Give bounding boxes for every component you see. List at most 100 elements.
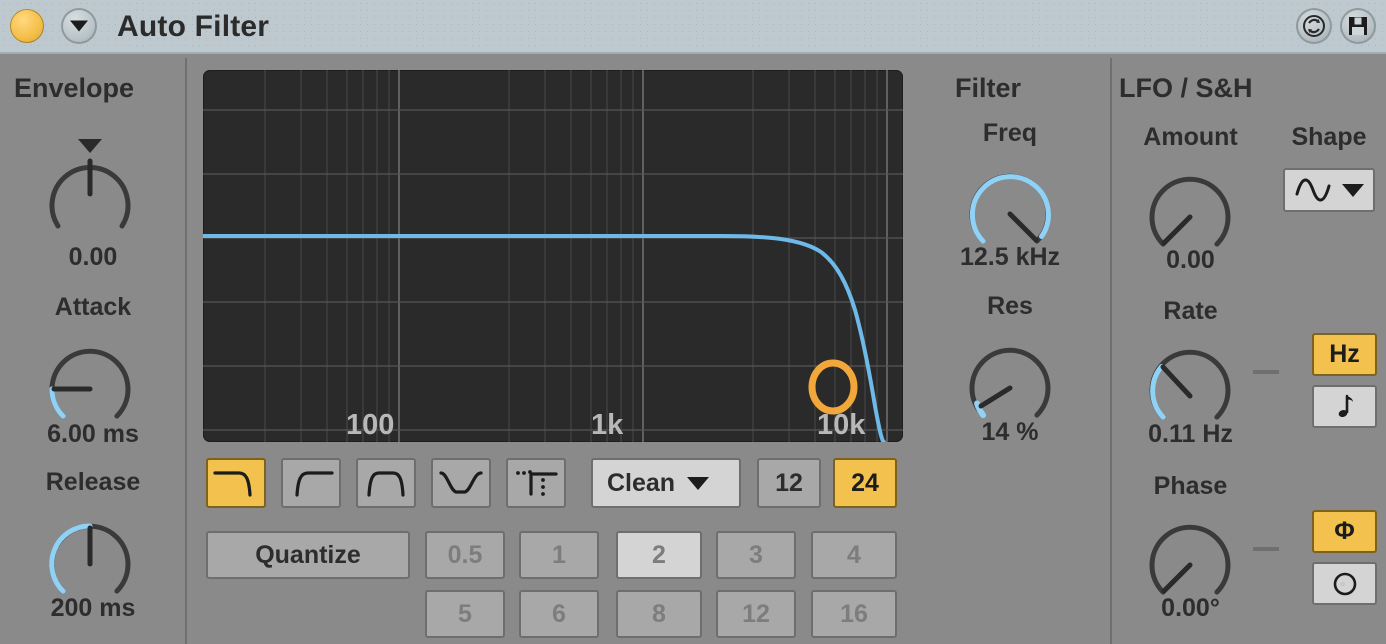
morph-icon — [516, 470, 558, 496]
envelope-release-value: 200 ms — [50, 594, 136, 622]
lfo-phase-label: Phase — [1153, 472, 1228, 500]
hotswap-icon[interactable] — [1296, 8, 1332, 44]
quantize-toggle-button[interactable]: Quantize — [206, 531, 410, 579]
filter-type-notch-button[interactable] — [431, 458, 491, 508]
filter-slope-24-button[interactable]: 24 — [833, 458, 897, 508]
lfo-rate-sync-button[interactable] — [1312, 385, 1377, 428]
envelope-release-label: Release — [45, 468, 141, 496]
quantize-rate-5-label: 5 — [458, 599, 472, 628]
chevron-down-icon — [1342, 183, 1364, 197]
filter-type-bandpass-button[interactable] — [356, 458, 416, 508]
quantize-rate-12-button[interactable]: 12 — [716, 590, 796, 638]
hotswap-glyph — [1303, 15, 1325, 37]
quantize-rate-1-button[interactable]: 1 — [519, 531, 599, 579]
lfo-shape-label: Shape — [1291, 123, 1367, 151]
quantize-rate-6-button[interactable]: 6 — [519, 590, 599, 638]
quantize-label: Quantize — [255, 540, 361, 569]
sine-wave-icon — [1295, 178, 1331, 202]
power-toggle-icon[interactable] — [10, 9, 44, 43]
chevron-glyph — [70, 20, 88, 32]
quantize-rate-16-label: 16 — [840, 599, 868, 628]
separator-lfo — [1110, 58, 1112, 644]
phi-icon: Φ — [1334, 517, 1355, 545]
save-disk-icon[interactable] — [1340, 8, 1376, 44]
notch-icon — [439, 471, 483, 494]
filter-freq-label: Freq — [982, 119, 1038, 147]
quantize-rate-8-label: 8 — [652, 599, 666, 628]
filter-circuit-label: Clean — [607, 468, 676, 497]
quantize-rate-2-label: 2 — [652, 540, 666, 569]
highpass-icon — [295, 471, 334, 497]
lfo-phase-value: 0.00° — [1161, 594, 1220, 622]
quantize-rate-8-button[interactable]: 8 — [616, 590, 702, 638]
quantize-rate-16-button[interactable]: 16 — [811, 590, 897, 638]
lfo-shape-dropdown[interactable] — [1283, 168, 1375, 212]
quantize-rate-5-button[interactable]: 5 — [425, 590, 505, 638]
lfo-rate-hz-button[interactable]: Hz — [1312, 333, 1377, 376]
filter-res-value: 14 % — [981, 418, 1039, 446]
lowpass-icon — [213, 471, 252, 497]
envelope-attack-label: Attack — [54, 293, 132, 321]
chevron-down-icon[interactable] — [61, 8, 97, 44]
auto-filter-device: Auto Filter Envelope 0.00 Attack 6.00 ms… — [0, 0, 1386, 644]
separator-envelope — [185, 58, 187, 644]
filter-freq-knob[interactable] — [953, 157, 1067, 257]
filter-freq-value: 12.5 kHz — [959, 243, 1061, 271]
lfo-amount-knob[interactable] — [1133, 160, 1247, 260]
note-sync-icon — [1338, 394, 1353, 417]
lfo-amount-value: 0.00 — [1166, 246, 1215, 274]
lfo-phase-spin-button[interactable] — [1312, 562, 1377, 605]
lfo-amount-label: Amount — [1143, 123, 1238, 151]
quantize-rate-6-label: 6 — [552, 599, 566, 628]
envelope-amount-knob[interactable] — [33, 137, 147, 245]
filter-res-knob[interactable] — [953, 331, 1067, 431]
envelope-section-title: Envelope — [14, 73, 135, 103]
quantize-rate-0.5-label: 0.5 — [447, 540, 483, 569]
lfo-section-title: LFO / S&H — [1119, 73, 1253, 103]
quantize-rate-3-button[interactable]: 3 — [716, 531, 796, 579]
quantize-rate-0.5-button[interactable]: 0.5 — [425, 531, 505, 579]
quantize-rate-2-button[interactable]: 2 — [616, 531, 702, 579]
device-title-bar: Auto Filter — [0, 0, 1386, 54]
quantize-rate-12-label: 12 — [742, 599, 770, 628]
lfo-rate-knob[interactable] — [1133, 333, 1247, 433]
phase-mode-connector — [1253, 547, 1279, 551]
filter-slope-24-label: 24 — [851, 468, 879, 497]
bandpass-icon — [367, 471, 405, 497]
lfo-phase-phi-button[interactable]: Φ — [1312, 510, 1377, 553]
chart-tick-100: 100 — [346, 409, 394, 441]
filter-curve — [203, 234, 886, 442]
rate-mode-connector — [1253, 370, 1279, 374]
filter-type-morph-button[interactable] — [506, 458, 566, 508]
envelope-attack-value: 6.00 ms — [47, 420, 139, 448]
knob-center-marker — [78, 139, 102, 153]
chart-tick-1k: 1k — [591, 409, 624, 441]
lfo-rate-value: 0.11 Hz — [1148, 420, 1233, 448]
filter-type-lowpass-button[interactable] — [206, 458, 266, 508]
envelope-amount-value: 0.00 — [68, 243, 118, 271]
quantize-rate-3-label: 3 — [749, 540, 763, 569]
quantize-rate-4-label: 4 — [847, 540, 861, 569]
filter-type-highpass-button[interactable] — [281, 458, 341, 508]
filter-response-display[interactable]: 100 1k 10k — [203, 70, 903, 442]
filter-freq-handle — [808, 359, 858, 415]
chart-tick-10k: 10k — [817, 409, 866, 441]
spin-icon — [1333, 572, 1356, 595]
quantize-rate-1-label: 1 — [552, 540, 566, 569]
lfo-phase-knob[interactable] — [1133, 508, 1247, 608]
filter-section-title: Filter — [955, 73, 1022, 103]
lfo-rate-label: Rate — [1163, 297, 1218, 325]
chevron-down-icon — [687, 476, 710, 490]
save-glyph — [1349, 17, 1367, 35]
envelope-attack-knob[interactable] — [33, 332, 147, 432]
page-title: Auto Filter — [117, 10, 270, 43]
filter-circuit-dropdown[interactable]: Clean — [591, 458, 741, 508]
filter-slope-12-button[interactable]: 12 — [757, 458, 821, 508]
envelope-release-knob[interactable] — [33, 507, 147, 607]
chart-gridlines-horizontal — [203, 109, 903, 431]
filter-res-label: Res — [987, 292, 1033, 320]
lfo-rate-hz-label: Hz — [1329, 340, 1360, 368]
quantize-rate-4-button[interactable]: 4 — [811, 531, 897, 579]
filter-slope-12-label: 12 — [775, 468, 803, 497]
chart-gridlines-minor — [264, 70, 878, 442]
